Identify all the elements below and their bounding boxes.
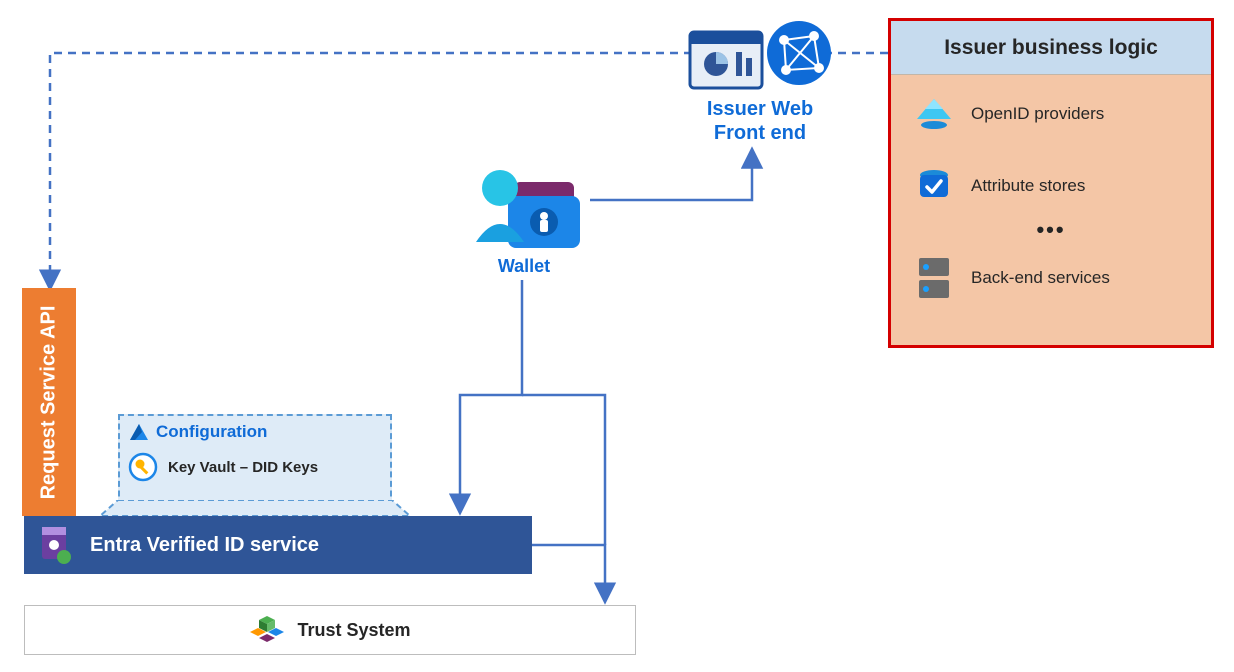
configuration-box: Configuration Key Vault – DID Keys — [118, 414, 392, 506]
issuer-web-frontend-icons — [684, 18, 834, 98]
request-service-api-box: Request Service API — [22, 288, 76, 516]
keyvault-label: Key Vault – DID Keys — [168, 459, 318, 476]
issuer-business-logic-title: Issuer business logic — [891, 21, 1211, 75]
wallet-icons-group — [466, 154, 586, 254]
issuer-business-logic-box: Issuer business logic OpenID providers — [888, 18, 1214, 348]
keyvault-icon — [128, 452, 158, 482]
attribute-stores-label: Attribute stores — [971, 176, 1085, 196]
verified-id-icon — [38, 525, 72, 565]
openid-providers-label: OpenID providers — [971, 104, 1104, 124]
configuration-title: Configuration — [156, 422, 267, 442]
attribute-stores-row: Attribute stores — [901, 167, 1201, 205]
pyramid-icon — [915, 95, 953, 133]
azure-icon — [128, 422, 150, 442]
checkmark-db-icon — [915, 167, 953, 205]
entra-verified-id-bar: Entra Verified ID service — [24, 516, 532, 574]
issuer-business-logic-body: OpenID providers Attribute stores ••• — [891, 75, 1211, 317]
diagram-canvas: Issuer business logic OpenID providers — [0, 0, 1234, 672]
cubes-icon — [249, 614, 285, 646]
trust-system-label: Trust System — [297, 620, 410, 641]
issuer-web-frontend-label: Issuer Web Front end — [660, 97, 860, 145]
backend-services-label: Back-end services — [971, 268, 1110, 288]
openid-providers-row: OpenID providers — [901, 95, 1201, 133]
request-service-api-label: Request Service API — [38, 305, 61, 499]
ellipsis-icon: ••• — [901, 217, 1201, 243]
wallet-label: Wallet — [474, 256, 574, 277]
keyvault-row: Key Vault – DID Keys — [128, 452, 378, 482]
backend-services-row: Back-end services — [901, 259, 1201, 297]
trust-system-bar: Trust System — [24, 605, 636, 655]
server-icon — [915, 259, 953, 297]
entra-verified-id-label: Entra Verified ID service — [90, 534, 319, 557]
configuration-title-row: Configuration — [128, 422, 378, 442]
